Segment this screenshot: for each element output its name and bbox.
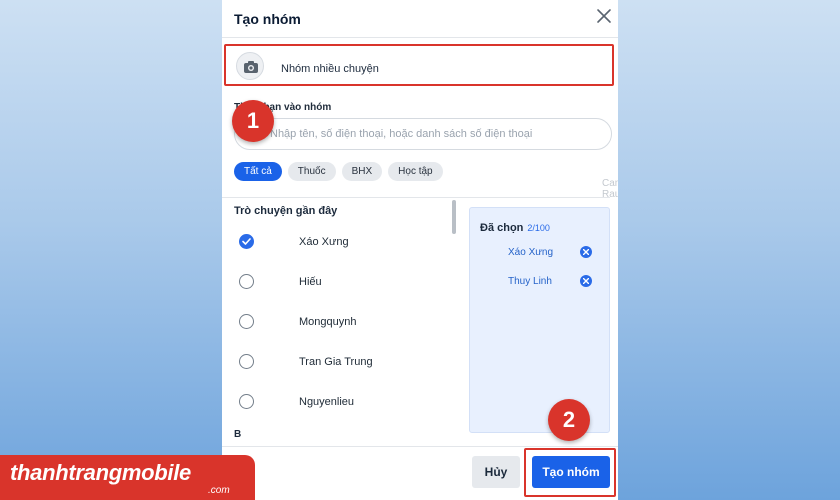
- contact-row[interactable]: Xáo Xưng: [222, 220, 454, 260]
- site-logo: thanhtrangmobile .com: [0, 455, 255, 500]
- contact-row[interactable]: Nguyenlieu: [222, 380, 454, 420]
- filter-chip-thuoc[interactable]: Thuốc: [287, 162, 336, 181]
- logo-text: thanhtrangmobile: [10, 460, 191, 485]
- dialog-header: Tạo nhóm: [222, 0, 618, 38]
- remove-icon[interactable]: [580, 275, 592, 287]
- logo-domain: .com: [208, 485, 230, 496]
- contact-name: Xáo Xưng: [299, 236, 349, 248]
- checked-radio-icon[interactable]: [239, 234, 254, 249]
- contact-name: Hiếu: [299, 276, 322, 288]
- filter-chip-all[interactable]: Tất cả: [234, 162, 282, 181]
- filter-chip-bhx[interactable]: BHX: [341, 162, 383, 181]
- scrollbar-thumb[interactable]: [452, 200, 456, 234]
- radio-icon[interactable]: [239, 394, 254, 409]
- selected-member: Xáo Xưng: [480, 245, 602, 263]
- contact-list: Xáo Xưng Hiếu Mongquynh Tran Gia Trung N…: [222, 220, 454, 420]
- step-badge-2: 2: [548, 399, 590, 441]
- footer-divider: [222, 446, 618, 447]
- cancel-button[interactable]: Hủy: [472, 456, 520, 488]
- close-icon[interactable]: [596, 8, 612, 28]
- step-badge-1: 1: [232, 100, 274, 142]
- radio-icon[interactable]: [239, 314, 254, 329]
- remove-icon[interactable]: [580, 246, 592, 258]
- group-name-input[interactable]: Nhóm nhiều chuyện: [281, 63, 379, 75]
- contact-row[interactable]: Tran Gia Trung: [222, 340, 454, 380]
- contact-row[interactable]: Mongquynh: [222, 300, 454, 340]
- contact-row[interactable]: Hiếu: [222, 260, 454, 300]
- selected-label: Đã chọn: [480, 222, 524, 234]
- contact-name: Nguyenlieu: [299, 396, 355, 408]
- search-placeholder: Nhập tên, số điện thoại, hoặc danh sách …: [270, 128, 533, 140]
- contact-name: Mongquynh: [299, 316, 357, 328]
- selected-member-name: Xáo Xưng: [508, 247, 554, 258]
- create-group-button[interactable]: Tạo nhóm: [532, 456, 610, 488]
- contact-name: Tran Gia Trung: [299, 356, 373, 368]
- section-letter: B: [234, 429, 242, 440]
- selected-member-name: Thuy Linh: [508, 276, 552, 287]
- radio-icon[interactable]: [239, 354, 254, 369]
- camera-icon[interactable]: [236, 52, 264, 80]
- selected-count: 2/100: [527, 223, 550, 233]
- group-name-row[interactable]: Nhóm nhiều chuyện: [224, 44, 614, 86]
- scrollbar-track: [452, 200, 456, 440]
- selected-header: Đã chọn 2/100: [480, 222, 550, 234]
- recent-chats-title: Trò chuyện gần đây: [234, 205, 338, 217]
- selected-members-panel: Đã chọn 2/100 Xáo Xưng Thuy Linh: [469, 207, 610, 433]
- dialog-title: Tạo nhóm: [234, 11, 301, 27]
- filter-chips: Tất cả Thuốc BHX Học tập: [234, 162, 443, 181]
- radio-icon[interactable]: [239, 274, 254, 289]
- selected-member: Thuy Linh: [480, 274, 602, 292]
- filter-chip-hoc-tap[interactable]: Học tập: [388, 162, 443, 181]
- divider: [222, 197, 610, 198]
